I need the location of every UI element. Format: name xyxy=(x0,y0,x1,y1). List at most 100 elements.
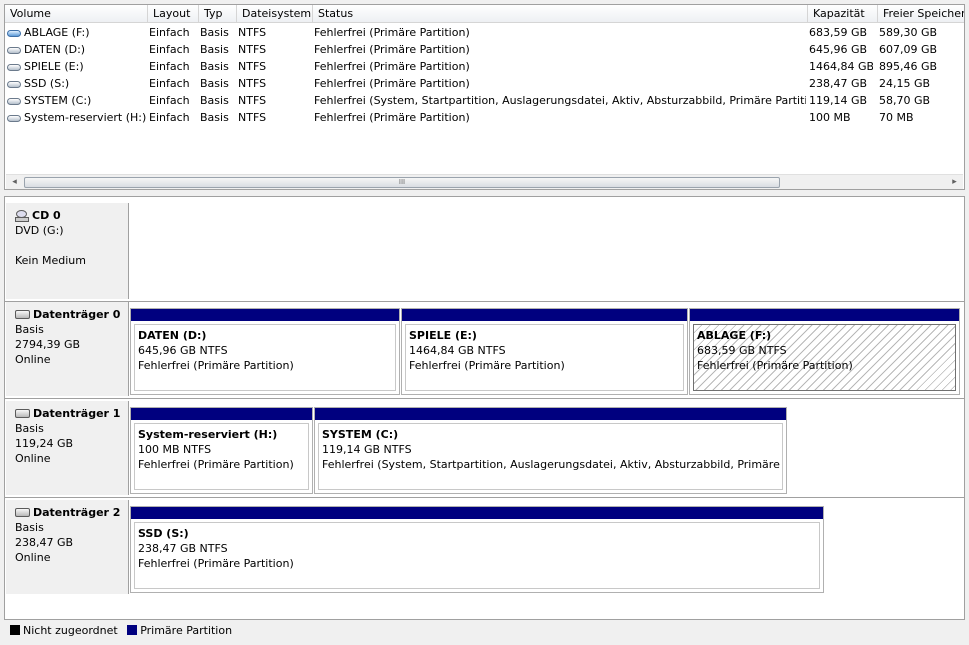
volume-free-space: 24,15 GB xyxy=(879,77,931,90)
volume-filesystem: NTFS xyxy=(238,43,267,56)
column-header-capacity[interactable]: Kapazität xyxy=(808,5,878,23)
volume-layout: Einfach xyxy=(149,43,190,56)
horizontal-scrollbar[interactable]: ◂ III ▸ xyxy=(6,174,963,189)
volume-free-space: 70 MB xyxy=(879,111,914,124)
volume-filesystem: NTFS xyxy=(238,60,267,73)
disk-title: Datenträger 0 xyxy=(33,308,121,321)
column-header-type[interactable]: Typ xyxy=(199,5,237,23)
table-row[interactable]: SPIELE (E:) Einfach Basis NTFS Fehlerfre… xyxy=(5,58,964,75)
volume-status: Fehlerfrei (Primäre Partition) xyxy=(314,77,470,90)
volume-filesystem: NTFS xyxy=(238,94,267,107)
volume-status: Fehlerfrei (Primäre Partition) xyxy=(314,26,470,39)
scroll-right-arrow-icon[interactable]: ▸ xyxy=(946,175,963,189)
volume-type: Basis xyxy=(200,60,229,73)
volume-status: Fehlerfrei (System, Startpartition, Ausl… xyxy=(314,94,806,107)
divider xyxy=(5,301,964,302)
partition-status: Fehlerfrei (Primäre Partition) xyxy=(138,359,294,372)
partition-ssd-s[interactable]: SSD (S:) 238,47 GB NTFS Fehlerfrei (Prim… xyxy=(130,506,824,593)
volume-name: SSD (S:) xyxy=(24,77,70,90)
partition-type-bar xyxy=(402,309,687,321)
volume-layout: Einfach xyxy=(149,77,190,90)
column-header-filesystem[interactable]: Dateisystem xyxy=(237,5,313,23)
table-row[interactable]: SSD (S:) Einfach Basis NTFS Fehlerfrei (… xyxy=(5,75,964,92)
partition-status: Fehlerfrei (Primäre Partition) xyxy=(138,557,294,570)
volume-status: Fehlerfrei (Primäre Partition) xyxy=(314,111,470,124)
divider xyxy=(5,497,964,498)
table-row[interactable]: SYSTEM (C:) Einfach Basis NTFS Fehlerfre… xyxy=(5,92,964,109)
table-row[interactable]: System-reserviert (H:) Einfach Basis NTF… xyxy=(5,109,964,126)
volume-list[interactable]: Volume Layout Typ Dateisystem Status Kap… xyxy=(4,4,965,190)
volume-capacity: 683,59 GB xyxy=(809,26,868,39)
volume-layout: Einfach xyxy=(149,26,190,39)
volume-name: System-reserviert (H:) xyxy=(24,111,147,124)
disk-line2: 119,24 GB xyxy=(15,437,74,450)
partition-daten-d[interactable]: DATEN (D:) 645,96 GB NTFS Fehlerfrei (Pr… xyxy=(130,308,400,395)
scroll-left-arrow-icon[interactable]: ◂ xyxy=(6,175,23,189)
volume-filesystem: NTFS xyxy=(238,26,267,39)
disk-line1: DVD (G:) xyxy=(15,224,64,237)
partition-system-reserviert-h[interactable]: System-reserviert (H:) 100 MB NTFS Fehle… xyxy=(130,407,313,494)
partition-status: Fehlerfrei (System, Startpartition, Ausl… xyxy=(322,458,783,471)
partition-name: SYSTEM (C:) xyxy=(322,428,399,441)
disk-graphical-view[interactable]: CD 0 DVD (G:) Kein Medium Datenträger 0 … xyxy=(4,196,965,620)
volume-capacity: 238,47 GB xyxy=(809,77,868,90)
volume-filesystem: NTFS xyxy=(238,111,267,124)
volume-name: SPIELE (E:) xyxy=(24,60,84,73)
volume-icon xyxy=(7,114,21,122)
disk-label-disk1[interactable]: Datenträger 1 Basis 119,24 GB Online xyxy=(6,401,129,495)
disk-line1: Basis xyxy=(15,323,44,336)
disk-title: Datenträger 1 xyxy=(33,407,121,420)
partition-name: SSD (S:) xyxy=(138,527,189,540)
volume-type: Basis xyxy=(200,111,229,124)
table-row[interactable]: DATEN (D:) Einfach Basis NTFS Fehlerfrei… xyxy=(5,41,964,58)
table-row[interactable]: ABLAGE (F:) Einfach Basis NTFS Fehlerfre… xyxy=(5,24,964,41)
column-header-layout[interactable]: Layout xyxy=(148,5,199,23)
volume-icon xyxy=(7,46,21,54)
partition-type-bar xyxy=(131,309,399,321)
disk-icon xyxy=(15,310,30,319)
volume-capacity: 645,96 GB xyxy=(809,43,868,56)
disk-line3: Online xyxy=(15,551,51,564)
column-header-free-space[interactable]: Freier Speicher xyxy=(878,5,964,23)
volume-free-space: 58,70 GB xyxy=(879,94,931,107)
disk-title: Datenträger 2 xyxy=(33,506,121,519)
partition-type-bar xyxy=(315,408,786,420)
volume-name: ABLAGE (F:) xyxy=(24,26,90,39)
legend-label-unallocated: Nicht zugeordnet xyxy=(23,624,118,637)
partition-size: 100 MB NTFS xyxy=(138,443,212,456)
disk-line3: Online xyxy=(15,452,51,465)
disk-label-disk2[interactable]: Datenträger 2 Basis 238,47 GB Online xyxy=(6,500,129,594)
column-header-volume[interactable]: Volume xyxy=(5,5,148,23)
volume-filesystem: NTFS xyxy=(238,77,267,90)
disk-line1: Basis xyxy=(15,521,44,534)
column-header-status[interactable]: Status xyxy=(313,5,808,23)
partition-name: ABLAGE (F:) xyxy=(697,329,772,342)
volume-icon xyxy=(7,63,21,71)
partition-name: SPIELE (E:) xyxy=(409,329,477,342)
volume-capacity: 1464,84 GB xyxy=(809,60,873,73)
partition-name: System-reserviert (H:) xyxy=(138,428,278,441)
volume-layout: Einfach xyxy=(149,94,190,107)
volume-layout: Einfach xyxy=(149,111,190,124)
volume-type: Basis xyxy=(200,94,229,107)
volume-status: Fehlerfrei (Primäre Partition) xyxy=(314,60,470,73)
partition-ablage-f[interactable]: ABLAGE (F:) 683,59 GB NTFS Fehlerfrei (P… xyxy=(689,308,960,395)
volume-capacity: 119,14 GB xyxy=(809,94,868,107)
disk-line2: 238,47 GB xyxy=(15,536,74,549)
volume-free-space: 589,30 GB xyxy=(879,26,938,39)
volume-icon xyxy=(7,80,21,88)
disk-line1: Basis xyxy=(15,422,44,435)
disk-icon xyxy=(15,409,30,418)
partition-system-c[interactable]: SYSTEM (C:) 119,14 GB NTFS Fehlerfrei (S… xyxy=(314,407,787,494)
divider xyxy=(5,398,964,399)
partition-spiele-e[interactable]: SPIELE (E:) 1464,84 GB NTFS Fehlerfrei (… xyxy=(401,308,688,395)
volume-icon xyxy=(7,29,21,37)
scrollbar-thumb[interactable]: III xyxy=(24,177,780,188)
partition-type-bar xyxy=(131,408,312,420)
disk-line3: Online xyxy=(15,353,51,366)
disk-label-cd0[interactable]: CD 0 DVD (G:) Kein Medium xyxy=(6,203,129,299)
legend-swatch-primary xyxy=(127,625,138,635)
volume-status: Fehlerfrei (Primäre Partition) xyxy=(314,43,470,56)
disk-label-disk0[interactable]: Datenträger 0 Basis 2794,39 GB Online xyxy=(6,302,129,396)
disk-line3: Kein Medium xyxy=(15,254,86,267)
